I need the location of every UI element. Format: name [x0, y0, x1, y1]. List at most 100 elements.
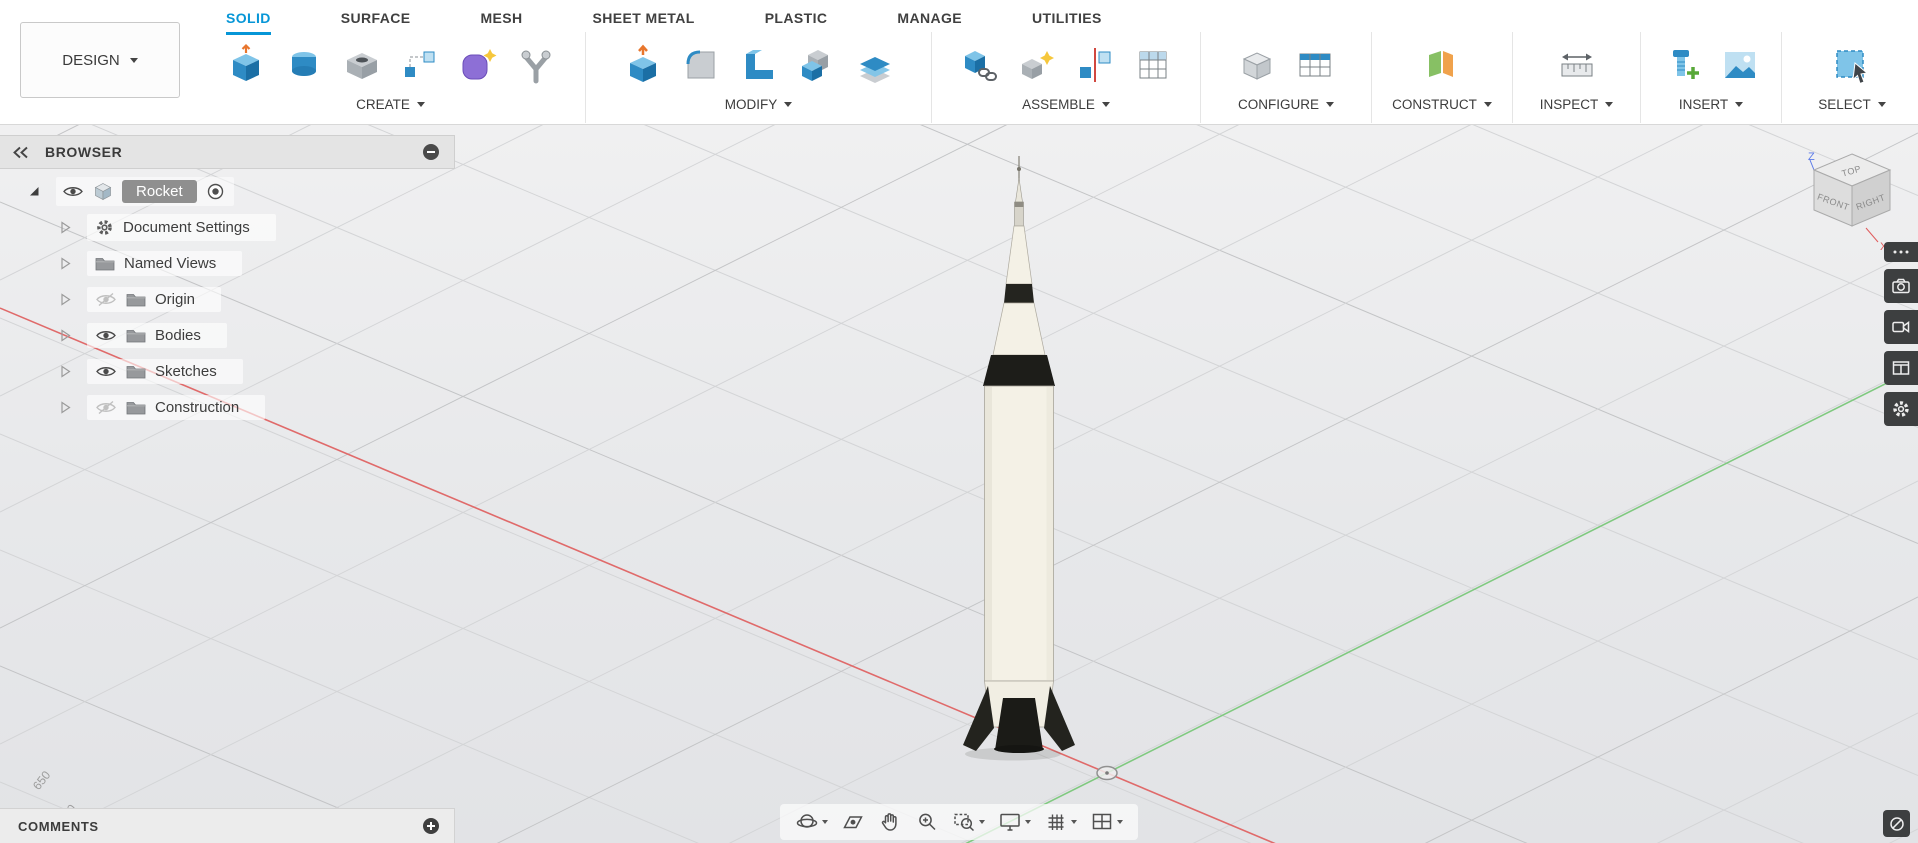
tab-surface[interactable]: SURFACE: [341, 0, 411, 35]
status-slash-icon: [1889, 816, 1904, 831]
configure-menu[interactable]: CONFIGURE: [1238, 97, 1334, 112]
configuration-button[interactable]: [1234, 40, 1280, 90]
pattern-icon: [404, 51, 434, 77]
canvas-button[interactable]: [1717, 40, 1763, 90]
extrude-button[interactable]: [223, 40, 269, 90]
insert-menu[interactable]: INSERT: [1679, 97, 1744, 112]
browser-item-sketches[interactable]: Sketches: [0, 353, 455, 389]
rocket-fin-left: [963, 686, 994, 751]
browser-item-document-settings[interactable]: Document Settings: [0, 209, 455, 245]
pattern-button[interactable]: [397, 40, 443, 90]
tab-manage[interactable]: MANAGE: [897, 0, 962, 35]
select-menu[interactable]: SELECT: [1818, 97, 1886, 112]
new-component-button[interactable]: [956, 40, 1002, 90]
replace-face-button[interactable]: [852, 40, 898, 90]
configuration-table-icon: [1299, 53, 1331, 77]
expanded-caret-icon[interactable]: [28, 185, 40, 197]
inspect-menu[interactable]: INSPECT: [1540, 97, 1614, 112]
tab-sheet-metal[interactable]: SHEET METAL: [593, 0, 695, 35]
create-menu[interactable]: CREATE: [356, 97, 425, 112]
shell-button[interactable]: [736, 40, 782, 90]
generative-design-button[interactable]: [513, 40, 559, 90]
tab-utilities[interactable]: UTILITIES: [1032, 0, 1102, 35]
configuration-table-button[interactable]: [1292, 40, 1338, 90]
collapsed-caret-icon[interactable]: [60, 364, 71, 378]
group-create: CREATE: [196, 32, 586, 123]
activate-component-radio[interactable]: [207, 183, 224, 200]
rocket-model[interactable]: [955, 150, 1087, 765]
modify-menu[interactable]: MODIFY: [725, 97, 793, 112]
align-button[interactable]: [1072, 40, 1118, 90]
rocket-tip-cone: [1015, 177, 1023, 203]
collapse-panel-button[interactable]: [12, 146, 29, 159]
add-comment-button[interactable]: [422, 817, 440, 835]
collapsed-caret-icon[interactable]: [60, 292, 71, 306]
tab-mesh[interactable]: MESH: [480, 0, 522, 35]
grid-and-snaps-button[interactable]: [1041, 808, 1080, 836]
status-indicator[interactable]: [1883, 810, 1910, 837]
construct-menu[interactable]: CONSTRUCT: [1392, 97, 1492, 112]
bom-button[interactable]: [1130, 40, 1176, 90]
browser-root-rocket[interactable]: Rocket: [0, 173, 455, 209]
pan-button[interactable]: [875, 808, 905, 836]
browser-header[interactable]: BROWSER: [0, 135, 455, 169]
component-name[interactable]: Rocket: [122, 179, 197, 203]
panels-button[interactable]: [1884, 351, 1918, 385]
construction-plane-button[interactable]: [1419, 40, 1465, 90]
folder-icon: [126, 364, 146, 379]
collapsed-caret-icon[interactable]: [60, 220, 71, 234]
tab-solid[interactable]: SOLID: [226, 0, 271, 35]
collapsed-caret-icon[interactable]: [60, 400, 71, 414]
display-settings-button[interactable]: [995, 808, 1034, 836]
hole-button[interactable]: [339, 40, 385, 90]
measure-button[interactable]: [1554, 40, 1600, 90]
view-cube[interactable]: Z TOP FRONT RIGHT X: [1806, 148, 1902, 254]
double-chevron-left-icon: [13, 146, 28, 158]
fit-button[interactable]: [949, 808, 988, 836]
dropdown-caret: [1117, 820, 1123, 824]
assemble-menu[interactable]: ASSEMBLE: [1022, 97, 1110, 112]
revolve-icon: [291, 52, 316, 76]
rocket-black-band-upper: [1004, 284, 1034, 303]
zoom-button[interactable]: [912, 808, 942, 836]
visibility-eye-icon[interactable]: [95, 328, 117, 343]
collapsed-caret-icon[interactable]: [60, 328, 71, 342]
look-at-button[interactable]: [838, 808, 868, 836]
rocket-antenna-ball: [1017, 167, 1021, 171]
comments-bar[interactable]: COMMENTS: [0, 808, 455, 843]
visibility-eye-icon[interactable]: [95, 364, 117, 379]
insert-fastener-button[interactable]: [1659, 40, 1705, 90]
workspace-switcher[interactable]: DESIGN: [20, 22, 180, 98]
press-pull-button[interactable]: [620, 40, 666, 90]
capture-image-button[interactable]: [1884, 269, 1918, 303]
dock-more-button[interactable]: [1884, 242, 1918, 262]
browser-item-bodies[interactable]: Bodies: [0, 317, 455, 353]
joint-button[interactable]: [1014, 40, 1060, 90]
folder-icon: [95, 256, 115, 271]
combine-button[interactable]: [794, 40, 840, 90]
hole-icon: [346, 53, 377, 79]
select-button[interactable]: [1829, 40, 1875, 90]
visibility-eye-hidden-icon[interactable]: [95, 292, 117, 307]
group-inspect: INSPECT: [1513, 32, 1641, 123]
browser-item-named-views[interactable]: Named Views: [0, 245, 455, 281]
visibility-eye-icon[interactable]: [62, 184, 84, 199]
browser-panel: BROWSER Rocket Document Settings Named V…: [0, 135, 455, 425]
visibility-eye-hidden-icon[interactable]: [95, 400, 117, 415]
fillet-button[interactable]: [678, 40, 724, 90]
shell-icon: [745, 50, 773, 79]
collapsed-caret-icon[interactable]: [60, 256, 71, 270]
tab-plastic[interactable]: PLASTIC: [765, 0, 828, 35]
item-label: Named Views: [124, 254, 217, 272]
viewports-button[interactable]: [1087, 808, 1126, 836]
orbit-icon: [796, 814, 818, 828]
minimize-panel-button[interactable]: [422, 143, 440, 161]
orbit-button[interactable]: [792, 808, 831, 836]
browser-item-origin[interactable]: Origin: [0, 281, 455, 317]
browser-item-construction[interactable]: Construction: [0, 389, 455, 425]
create-form-button[interactable]: [455, 40, 501, 90]
select-icon: [1836, 50, 1869, 85]
record-video-button[interactable]: [1884, 310, 1918, 344]
preferences-button[interactable]: [1884, 392, 1918, 426]
revolve-button[interactable]: [281, 40, 327, 90]
